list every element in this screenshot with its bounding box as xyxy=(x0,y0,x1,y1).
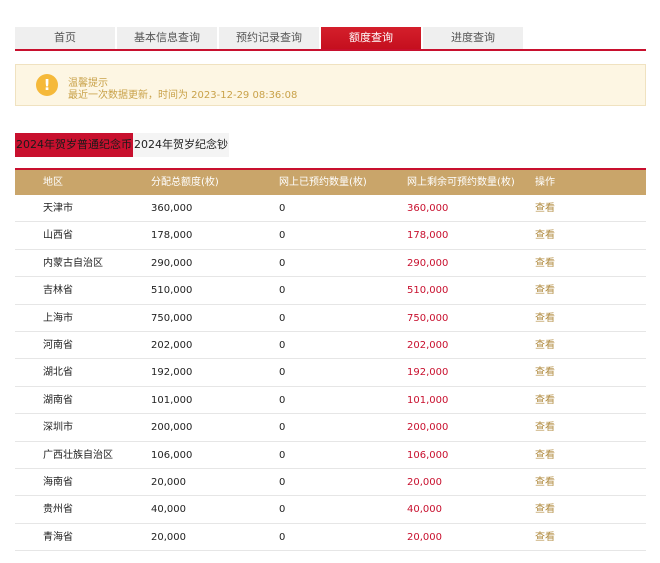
quota-table: 地区 分配总额度(枚) 网上已预约数量(枚) 网上剩余可预约数量(枚) 操作 天… xyxy=(15,168,646,552)
total-quota-cell: 200,000 xyxy=(151,422,193,434)
view-link[interactable]: 查看 xyxy=(535,277,646,303)
booked-cell: 0 xyxy=(279,531,286,543)
header-region: 地区 xyxy=(43,177,63,188)
total-quota-cell: 20,000 xyxy=(151,476,186,488)
table-row: 吉林省 510,000 0 510,000 查看 xyxy=(15,277,646,305)
region-cell: 湖北省 xyxy=(43,367,73,379)
total-quota-cell: 101,000 xyxy=(151,394,193,406)
header-remaining: 网上剩余可预约数量(枚) xyxy=(407,177,515,188)
header-total-quota: 分配总额度(枚) xyxy=(151,177,219,188)
view-link[interactable]: 查看 xyxy=(535,250,646,276)
remaining-cell: 290,000 xyxy=(407,257,449,269)
booked-cell: 0 xyxy=(279,339,286,351)
remaining-cell: 20,000 xyxy=(407,531,442,543)
remaining-cell: 202,000 xyxy=(407,339,449,351)
remaining-cell: 40,000 xyxy=(407,504,442,516)
tab-progress-query[interactable]: 进度查询 xyxy=(423,27,523,49)
table-row: 海南省 20,000 0 20,000 查看 xyxy=(15,469,646,497)
region-cell: 广西壮族自治区 xyxy=(43,449,113,461)
header-booked: 网上已预约数量(枚) xyxy=(279,177,367,188)
region-cell: 海南省 xyxy=(43,476,73,488)
remaining-cell: 106,000 xyxy=(407,449,449,461)
table-row: 广西壮族自治区 106,000 0 106,000 查看 xyxy=(15,442,646,469)
view-link[interactable]: 查看 xyxy=(535,305,646,331)
subtab-commemorative-note[interactable]: 2024年贺岁纪念钞 xyxy=(133,133,229,157)
tab-quota-query[interactable]: 额度查询 xyxy=(321,27,421,49)
booked-cell: 0 xyxy=(279,449,286,461)
view-link[interactable]: 查看 xyxy=(535,359,646,385)
total-quota-cell: 750,000 xyxy=(151,312,193,324)
table-row: 深圳市 200,000 0 200,000 查看 xyxy=(15,414,646,442)
region-cell: 吉林省 xyxy=(43,285,73,297)
subtab-commemorative-coin[interactable]: 2024年贺岁普通纪念币 xyxy=(15,133,133,157)
booked-cell: 0 xyxy=(279,203,286,214)
total-quota-cell: 360,000 xyxy=(151,203,193,214)
view-link[interactable]: 查看 xyxy=(535,442,646,468)
table-row: 山西省 178,000 0 178,000 查看 xyxy=(15,222,646,250)
total-quota-cell: 202,000 xyxy=(151,339,193,351)
booked-cell: 0 xyxy=(279,476,286,488)
total-quota-cell: 20,000 xyxy=(151,531,186,543)
exclamation-icon: ! xyxy=(36,74,58,96)
total-quota-cell: 290,000 xyxy=(151,257,193,269)
view-link[interactable]: 查看 xyxy=(535,496,646,522)
region-cell: 内蒙古自治区 xyxy=(43,257,103,269)
table-row: 贵州省 40,000 0 40,000 查看 xyxy=(15,496,646,524)
tab-reservation-record-query[interactable]: 预约记录查询 xyxy=(219,27,319,49)
region-cell: 青海省 xyxy=(43,531,73,543)
table-row: 上海市 750,000 0 750,000 查看 xyxy=(15,305,646,332)
booked-cell: 0 xyxy=(279,230,286,242)
view-link[interactable]: 查看 xyxy=(535,524,646,550)
coin-type-tabs: 2024年贺岁普通纪念币 2024年贺岁纪念钞 xyxy=(15,133,229,157)
table-row: 天津市 360,000 0 360,000 查看 xyxy=(15,195,646,223)
table-row: 湖南省 101,000 0 101,000 查看 xyxy=(15,387,646,415)
table-header: 地区 分配总额度(枚) 网上已预约数量(枚) 网上剩余可预约数量(枚) 操作 xyxy=(15,168,646,195)
table-row: 青海省 20,000 0 20,000 查看 xyxy=(15,524,646,552)
top-nav-tabs: 首页 基本信息查询 预约记录查询 额度查询 进度查询 xyxy=(15,27,646,51)
booked-cell: 0 xyxy=(279,394,286,406)
region-cell: 河南省 xyxy=(43,339,73,351)
view-link[interactable]: 查看 xyxy=(535,195,646,221)
notice-text: 最近一次数据更新，时间为 2023-12-29 08:36:08 xyxy=(68,90,298,101)
table-row: 湖北省 192,000 0 192,000 查看 xyxy=(15,359,646,387)
remaining-cell: 510,000 xyxy=(407,285,449,297)
view-link[interactable]: 查看 xyxy=(535,387,646,413)
remaining-cell: 101,000 xyxy=(407,394,449,406)
remaining-cell: 360,000 xyxy=(407,203,449,214)
view-link[interactable]: 查看 xyxy=(535,332,646,358)
total-quota-cell: 178,000 xyxy=(151,230,193,242)
header-action: 操作 xyxy=(535,177,555,188)
booked-cell: 0 xyxy=(279,367,286,379)
table-body: 天津市 360,000 0 360,000 查看 山西省 178,000 0 178,000 查看… xyxy=(15,195,646,552)
view-link[interactable]: 查看 xyxy=(535,469,646,495)
view-link[interactable]: 查看 xyxy=(535,222,646,248)
remaining-cell: 20,000 xyxy=(407,476,442,488)
booked-cell: 0 xyxy=(279,257,286,269)
view-link[interactable]: 查看 xyxy=(535,414,646,440)
notice-banner: ! 温馨提示 最近一次数据更新，时间为 2023-12-29 08:36:08 xyxy=(15,64,646,106)
remaining-cell: 178,000 xyxy=(407,230,449,242)
total-quota-cell: 40,000 xyxy=(151,504,186,516)
booked-cell: 0 xyxy=(279,504,286,516)
table-row: 内蒙古自治区 290,000 0 290,000 查看 xyxy=(15,250,646,278)
region-cell: 湖南省 xyxy=(43,394,73,406)
region-cell: 上海市 xyxy=(43,312,73,324)
remaining-cell: 200,000 xyxy=(407,422,449,434)
remaining-cell: 750,000 xyxy=(407,312,449,324)
region-cell: 山西省 xyxy=(43,230,73,242)
region-cell: 深圳市 xyxy=(43,422,73,434)
total-quota-cell: 510,000 xyxy=(151,285,193,297)
table-row: 河南省 202,000 0 202,000 查看 xyxy=(15,332,646,360)
booked-cell: 0 xyxy=(279,285,286,297)
total-quota-cell: 192,000 xyxy=(151,367,193,379)
tab-home[interactable]: 首页 xyxy=(15,27,115,49)
remaining-cell: 192,000 xyxy=(407,367,449,379)
region-cell: 天津市 xyxy=(43,203,73,214)
tab-basic-info-query[interactable]: 基本信息查询 xyxy=(117,27,217,49)
region-cell: 贵州省 xyxy=(43,504,73,516)
total-quota-cell: 106,000 xyxy=(151,449,193,461)
booked-cell: 0 xyxy=(279,422,286,434)
booked-cell: 0 xyxy=(279,312,286,324)
